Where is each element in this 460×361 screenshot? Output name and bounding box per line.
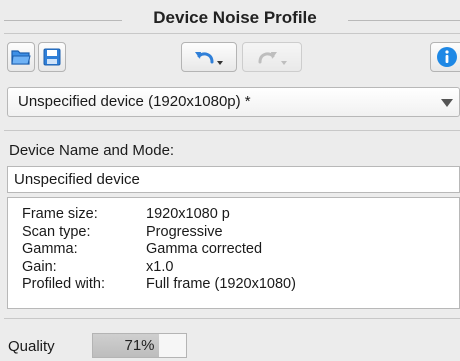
open-button[interactable] (7, 42, 35, 72)
divider (4, 33, 460, 34)
redo-button[interactable] (242, 42, 302, 72)
info-value: 1920x1080 p (146, 206, 230, 222)
redo-arrow-icon (254, 47, 290, 67)
device-noise-profile-panel: Device Noise Profile Unspecified device … (0, 0, 460, 361)
info-button[interactable] (430, 42, 460, 72)
header-line-left (4, 20, 122, 21)
undo-button[interactable] (181, 42, 237, 72)
info-key: Gain: (22, 258, 57, 275)
info-icon (436, 46, 458, 68)
device-select-value: Unspecified device (1920x1080p) * (18, 93, 251, 110)
quality-percent: 71% (124, 337, 155, 354)
header-line-right (348, 20, 460, 21)
divider (4, 318, 460, 319)
undo-arrow-icon (192, 47, 226, 67)
quality-label: Quality (8, 338, 55, 355)
group-header: Device Noise Profile (0, 8, 460, 32)
chevron-down-icon (441, 99, 453, 107)
info-row-scan-type: Scan type: Progressive (22, 224, 459, 242)
info-row-gain: Gain: x1.0 (22, 259, 459, 277)
save-button[interactable] (38, 42, 66, 72)
device-info-box: Frame size: 1920x1080 p Scan type: Progr… (7, 197, 460, 309)
info-row-gamma: Gamma: Gamma corrected (22, 241, 459, 259)
panel-title: Device Noise Profile (153, 8, 317, 27)
info-row-profiled-with: Profiled with: Full frame (1920x1080) (22, 276, 459, 294)
info-key: Scan type: (22, 223, 91, 240)
device-name-label: Device Name and Mode: (9, 142, 175, 159)
device-select[interactable]: Unspecified device (1920x1080p) * (7, 87, 460, 117)
info-row-frame-size: Frame size: 1920x1080 p (22, 206, 459, 224)
divider (4, 130, 460, 131)
folder-open-icon (11, 48, 31, 66)
info-value: x1.0 (146, 258, 174, 275)
info-key: Profiled with: (22, 276, 106, 292)
device-name-input[interactable] (7, 166, 460, 193)
info-value: Full frame (1920x1080) (146, 276, 296, 292)
quality-progress-bar: 71% (92, 333, 187, 358)
floppy-save-icon (43, 48, 61, 66)
info-key: Frame size: (22, 206, 98, 222)
info-value: Progressive (146, 223, 223, 240)
info-key: Gamma: (22, 241, 78, 257)
info-value: Gamma corrected (146, 241, 263, 257)
